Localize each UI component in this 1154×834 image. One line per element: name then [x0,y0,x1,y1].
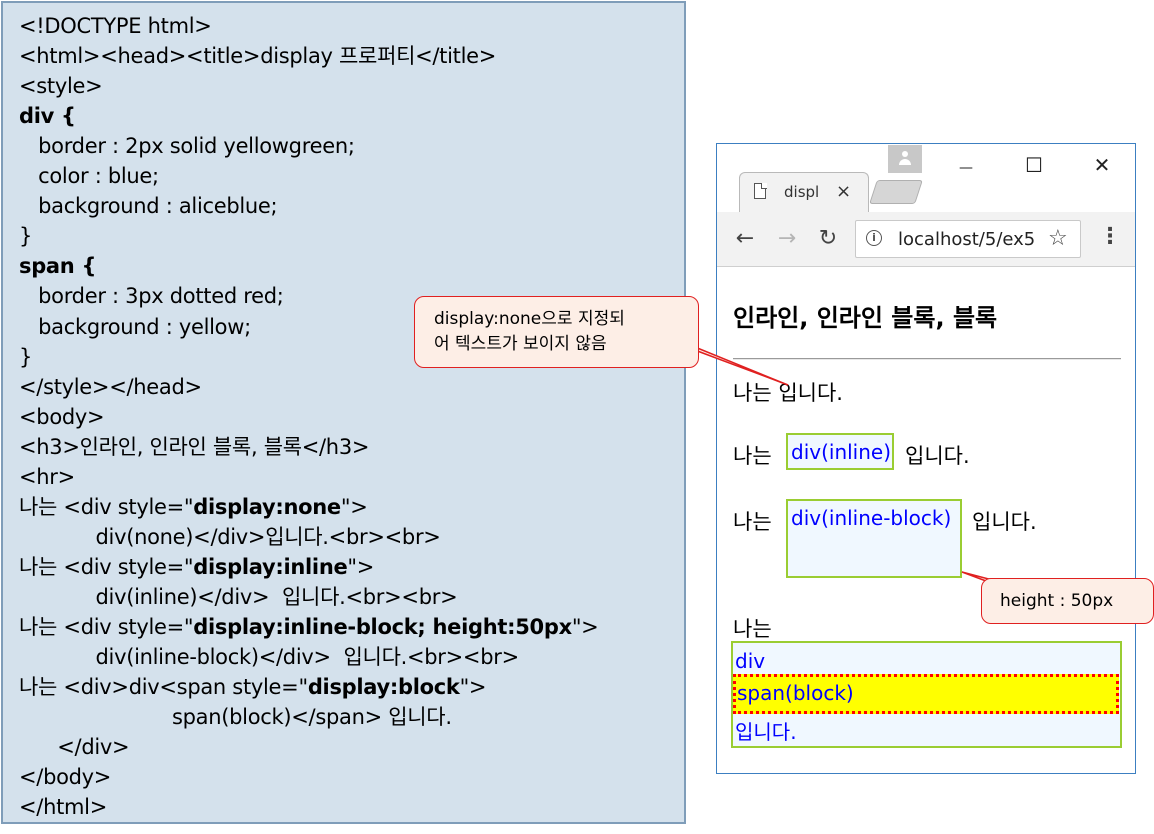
callout-line-2: 어 텍스트가 보이지 않음 [434,334,607,354]
screenshot-stage: <!DOCTYPE html> <html><head><title>displa… [0,0,1154,834]
height-callout: height : 50px [981,578,1154,624]
callout-line-1: display:none으로 지정되 [434,309,625,329]
callout-pointers [667,335,1011,591]
display-none-callout: display:none으로 지정되 어 텍스트가 보이지 않음 [414,296,699,368]
height-callout-text: height : 50px [1000,591,1114,611]
